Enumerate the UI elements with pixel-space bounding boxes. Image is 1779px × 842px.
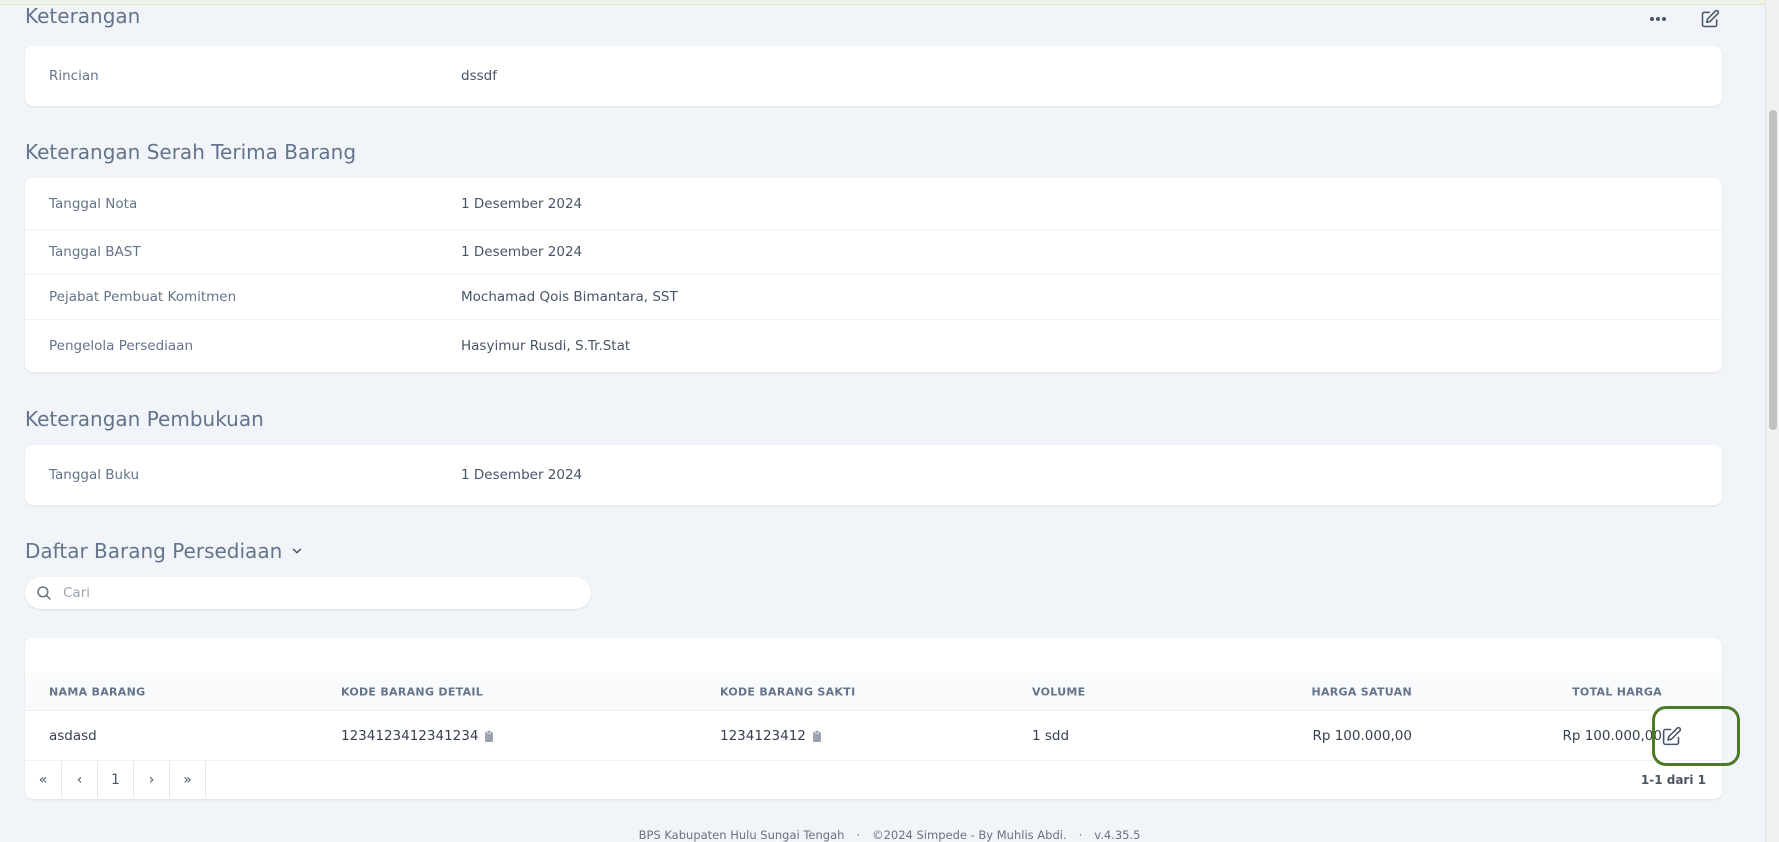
cell-harga-satuan: Rp 100.000,00 [1312, 727, 1412, 744]
table-header: NAMA BARANG KODE BARANG DETAIL KODE BARA… [25, 673, 1722, 711]
footer-org: BPS Kabupaten Hulu Sungai Tengah [638, 828, 845, 842]
cell-nama-barang: asdasd [49, 727, 97, 744]
field-value: 1 Desember 2024 [461, 195, 583, 212]
footer-separator: · [856, 828, 861, 842]
top-bar-line [0, 0, 1779, 5]
footer-separator: · [1078, 828, 1083, 842]
cell-volume: 1 sdd [1032, 727, 1070, 744]
pencil-square-icon [1701, 9, 1720, 28]
page-1-button[interactable]: 1 [97, 761, 133, 798]
field-label: Tanggal Buku [49, 467, 140, 483]
pembukuan-card: Tanggal Buku 1 Desember 2024 [25, 445, 1722, 505]
scrollbar[interactable] [1765, 0, 1779, 842]
detail-row: Pejabat Pembuat Komitmen Mochamad Qois B… [25, 275, 1722, 320]
footer-version: v.4.35.5 [1094, 828, 1141, 842]
detail-row: Tanggal Buku 1 Desember 2024 [25, 445, 1722, 505]
field-value: Mochamad Qois Bimantara, SST [461, 289, 678, 305]
keterangan-card: Rincian dssdf [25, 46, 1722, 106]
detail-row: Rincian dssdf [25, 46, 1722, 106]
cell-kode-barang-sakti: 1234123412 [720, 728, 822, 744]
section-title-keterangan: Keterangan [25, 4, 141, 28]
cell-kode-barang-detail: 1234123412341234 [341, 728, 494, 744]
prev-page-button[interactable]: ‹ [61, 761, 97, 798]
search-input[interactable] [63, 577, 573, 609]
field-value: dssdf [461, 68, 497, 84]
barang-table-card: NAMA BARANG KODE BARANG DETAIL KODE BARA… [25, 638, 1722, 799]
last-page-button[interactable]: » [169, 761, 205, 798]
detail-row: Tanggal Nota 1 Desember 2024 [25, 178, 1722, 230]
column-header-volume[interactable]: VOLUME [1032, 685, 1085, 698]
field-value: Hasyimur Rusdi, S.Tr.Stat [461, 338, 631, 354]
detail-row: Pengelola Persediaan Hasyimur Rusdi, S.T… [25, 320, 1722, 372]
more-horizontal-icon [1650, 17, 1666, 21]
detail-row: Tanggal BAST 1 Desember 2024 [25, 230, 1722, 275]
header-actions [1645, 4, 1723, 34]
clipboard-icon[interactable] [812, 729, 822, 742]
search-box [25, 577, 591, 609]
pagination-info: 1-1 dari 1 [1640, 772, 1706, 787]
cell-total-harga: Rp 100.000,00 [1562, 727, 1662, 744]
edit-highlight-ring [1652, 706, 1740, 766]
kode-sakti-text: 1234123412 [720, 727, 806, 744]
field-label: Rincian [49, 68, 99, 84]
column-header-kode-barang-detail[interactable]: KODE BARANG DETAIL [341, 685, 483, 698]
column-header-harga-satuan[interactable]: HARGA SATUAN [1311, 685, 1412, 698]
serah-terima-card: Tanggal Nota 1 Desember 2024 Tanggal BAS… [25, 178, 1722, 372]
footer: BPS Kabupaten Hulu Sungai Tengah · ©2024 S… [0, 828, 1779, 842]
chevron-down-icon [293, 548, 302, 554]
section-title-pembukuan: Keterangan Pembukuan [25, 407, 264, 431]
section-title-daftar: Daftar Barang Persediaan [25, 539, 283, 563]
scrollbar-thumb[interactable] [1769, 110, 1777, 430]
field-label: Tanggal Nota [49, 195, 138, 212]
column-header-kode-barang-sakti[interactable]: KODE BARANG SAKTI [720, 685, 855, 698]
field-value: 1 Desember 2024 [461, 244, 583, 260]
pagination: « ‹ 1 › » [25, 761, 206, 798]
first-page-button[interactable]: « [25, 761, 61, 798]
more-actions-button[interactable] [1645, 6, 1671, 32]
clipboard-icon[interactable] [484, 729, 494, 742]
magnifier-icon [37, 586, 51, 600]
field-value: 1 Desember 2024 [461, 467, 583, 483]
footer-copyright: ©2024 Simpede - By Muhlis Abdi. [872, 828, 1067, 842]
section-title-serah-terima: Keterangan Serah Terima Barang [25, 140, 357, 164]
field-label: Tanggal BAST [49, 244, 141, 260]
field-label: Pejabat Pembuat Komitmen [49, 289, 237, 305]
next-page-button[interactable]: › [133, 761, 169, 798]
column-header-total-harga[interactable]: TOTAL HARGA [1572, 685, 1662, 698]
field-label: Pengelola Persediaan [49, 338, 193, 354]
edit-resource-button[interactable] [1697, 6, 1723, 32]
daftar-barang-toggle[interactable]: Daftar Barang Persediaan [25, 539, 304, 563]
kode-detail-text: 1234123412341234 [341, 727, 479, 744]
table-row: asdasd 1234123412341234 1234123412 1 sdd… [25, 711, 1722, 761]
column-header-nama-barang[interactable]: NAMA BARANG [49, 685, 145, 698]
